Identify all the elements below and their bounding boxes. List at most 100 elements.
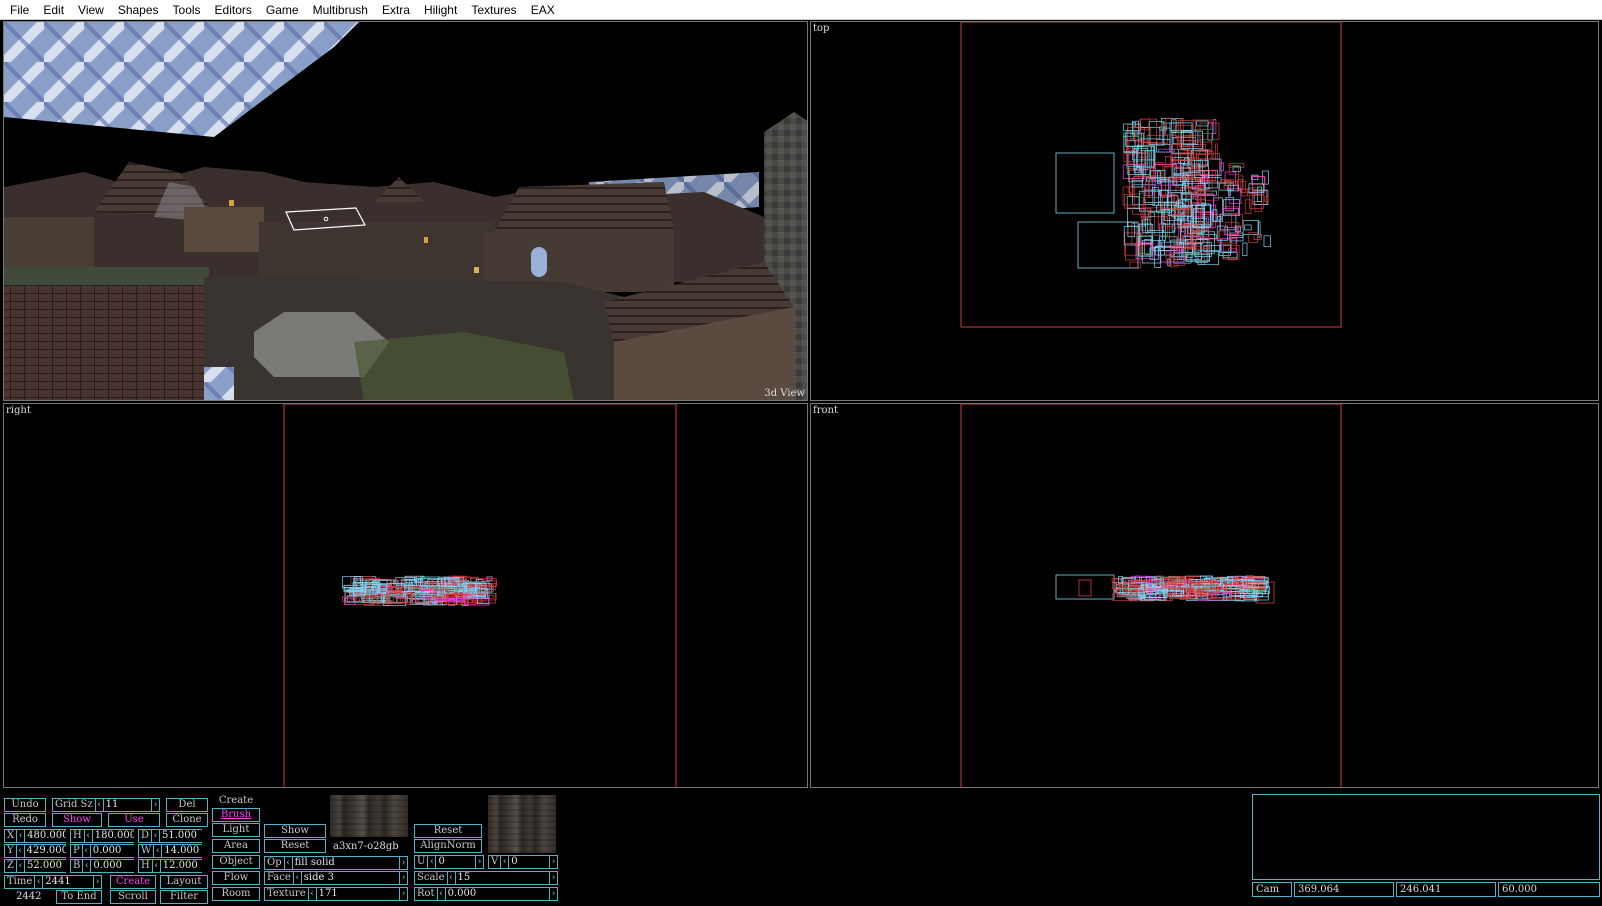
undo-button[interactable]: Undo <box>4 798 46 812</box>
reset-brush-button[interactable]: Reset <box>264 839 326 853</box>
grid-size-increase[interactable]: › <box>151 798 160 812</box>
object-button[interactable]: Object <box>212 855 260 869</box>
heading-value[interactable]: 180.000 <box>92 829 134 843</box>
texture-increase[interactable]: › <box>399 887 408 901</box>
u-offset-field[interactable]: U ‹ 0 › <box>414 855 484 869</box>
light-button[interactable]: Light <box>212 823 260 837</box>
menu-shapes[interactable]: Shapes <box>111 3 166 17</box>
z-decrease[interactable]: ‹ <box>15 859 25 873</box>
flow-button[interactable]: Flow <box>212 871 260 885</box>
heading-field[interactable]: H ‹ 180.000 <box>70 829 134 843</box>
face-field[interactable]: Face ‹ side 3 › <box>264 871 408 885</box>
v-value[interactable]: 0 <box>509 855 549 869</box>
pitch-decrease[interactable]: ‹ <box>81 844 91 858</box>
op-decrease[interactable]: ‹ <box>283 856 293 870</box>
viewport-3d[interactable]: 3d View <box>3 21 808 401</box>
bank-value[interactable]: 0.000 <box>91 859 134 873</box>
time-field[interactable]: Time ‹ 2441 › <box>4 875 102 889</box>
scale-increase[interactable]: › <box>549 871 558 885</box>
v-decrease[interactable]: ‹ <box>500 855 510 869</box>
delete-button[interactable]: Del <box>166 798 208 812</box>
x-field[interactable]: X ‹ 480.000 <box>4 829 66 843</box>
face-value[interactable]: side 3 <box>301 871 399 885</box>
depth-value[interactable]: 51.000 <box>160 829 202 843</box>
clone-button[interactable]: Clone <box>166 813 208 827</box>
op-increase[interactable]: › <box>399 856 408 870</box>
viewport-front[interactable]: front <box>810 403 1599 788</box>
use-button[interactable]: Use <box>108 813 160 827</box>
filter-button[interactable]: Filter <box>160 890 208 904</box>
menu-extra[interactable]: Extra <box>375 3 417 17</box>
texture-preview-2[interactable] <box>488 795 556 853</box>
texture-field[interactable]: Texture ‹ 171 › <box>264 887 408 901</box>
menu-game[interactable]: Game <box>259 3 306 17</box>
y-value[interactable]: 429.000 <box>24 844 66 858</box>
op-field[interactable]: Op ‹ fill solid › <box>264 856 408 870</box>
v-increase[interactable]: › <box>549 855 558 869</box>
rotation-decrease[interactable]: ‹ <box>436 887 446 901</box>
pitch-field[interactable]: P ‹ 0.000 <box>70 844 134 858</box>
z-field[interactable]: Z ‹ 52.000 <box>4 859 66 873</box>
viewport-right[interactable]: right <box>3 403 808 788</box>
grid-size-field[interactable]: Grid Sz ‹ 11 › <box>52 798 160 812</box>
y-decrease[interactable]: ‹ <box>15 844 25 858</box>
texture-value[interactable]: 171 <box>316 887 399 901</box>
y-field[interactable]: Y ‹ 429.000 <box>4 844 66 858</box>
grid-size-decrease[interactable]: ‹ <box>94 798 104 812</box>
rotation-increase[interactable]: › <box>549 887 558 901</box>
depth-decrease[interactable]: ‹ <box>151 829 161 843</box>
u-value[interactable]: 0 <box>436 855 475 869</box>
z-value[interactable]: 52.000 <box>24 859 66 873</box>
area-button[interactable]: Area <box>212 839 260 853</box>
show-button[interactable]: Show <box>52 813 102 827</box>
x-value[interactable]: 480.000 <box>25 829 66 843</box>
height-field[interactable]: H ‹ 12.000 <box>138 859 202 873</box>
menu-file[interactable]: File <box>3 3 36 17</box>
to-end-button[interactable]: To End <box>56 890 102 904</box>
layout-button[interactable]: Layout <box>160 875 208 889</box>
show-brush-button[interactable]: Show <box>264 824 326 838</box>
rotation-value[interactable]: 0.000 <box>445 887 549 901</box>
face-increase[interactable]: › <box>399 871 408 885</box>
heading-decrease[interactable]: ‹ <box>83 829 93 843</box>
time-decrease[interactable]: ‹ <box>34 875 44 889</box>
menu-textures[interactable]: Textures <box>464 3 523 17</box>
menu-hilight[interactable]: Hilight <box>417 3 464 17</box>
menu-edit[interactable]: Edit <box>36 3 71 17</box>
menu-eax[interactable]: EAX <box>524 3 562 17</box>
width-decrease[interactable]: ‹ <box>153 844 163 858</box>
menu-tools[interactable]: Tools <box>166 3 208 17</box>
brush-button[interactable]: Brush <box>212 808 260 822</box>
bank-field[interactable]: B ‹ 0.000 <box>70 859 134 873</box>
menu-multibrush[interactable]: Multibrush <box>306 3 375 17</box>
width-value[interactable]: 14.000 <box>162 844 202 858</box>
room-button[interactable]: Room <box>212 887 260 901</box>
face-decrease[interactable]: ‹ <box>292 871 302 885</box>
pitch-value[interactable]: 0.000 <box>90 844 134 858</box>
reset-texture-button[interactable]: Reset <box>414 824 482 838</box>
u-decrease[interactable]: ‹ <box>427 855 437 869</box>
scroll-button[interactable]: Scroll <box>110 890 156 904</box>
u-increase[interactable]: › <box>475 855 484 869</box>
grid-size-value[interactable]: 11 <box>103 798 151 812</box>
redo-button[interactable]: Redo <box>4 813 46 827</box>
menu-view[interactable]: View <box>71 3 111 17</box>
time-value[interactable]: 2441 <box>43 875 93 889</box>
height-decrease[interactable]: ‹ <box>151 859 161 873</box>
depth-field[interactable]: D ‹ 51.000 <box>138 829 202 843</box>
x-decrease[interactable]: ‹ <box>16 829 26 843</box>
texture-preview[interactable] <box>330 795 408 837</box>
align-norm-button[interactable]: AlignNorm <box>414 839 482 853</box>
texture-decrease[interactable]: ‹ <box>307 887 317 901</box>
width-field[interactable]: W ‹ 14.000 <box>138 844 202 858</box>
scale-decrease[interactable]: ‹ <box>446 871 456 885</box>
viewport-top[interactable]: top <box>810 21 1599 401</box>
menu-editors[interactable]: Editors <box>208 3 259 17</box>
time-increase[interactable]: › <box>93 875 102 889</box>
create-time-button[interactable]: Create <box>110 875 156 889</box>
bank-decrease[interactable]: ‹ <box>82 859 92 873</box>
scale-value[interactable]: 15 <box>455 871 549 885</box>
rotation-field[interactable]: Rot ‹ 0.000 › <box>414 887 558 901</box>
height-value[interactable]: 12.000 <box>160 859 202 873</box>
v-offset-field[interactable]: V ‹ 0 › <box>488 855 558 869</box>
